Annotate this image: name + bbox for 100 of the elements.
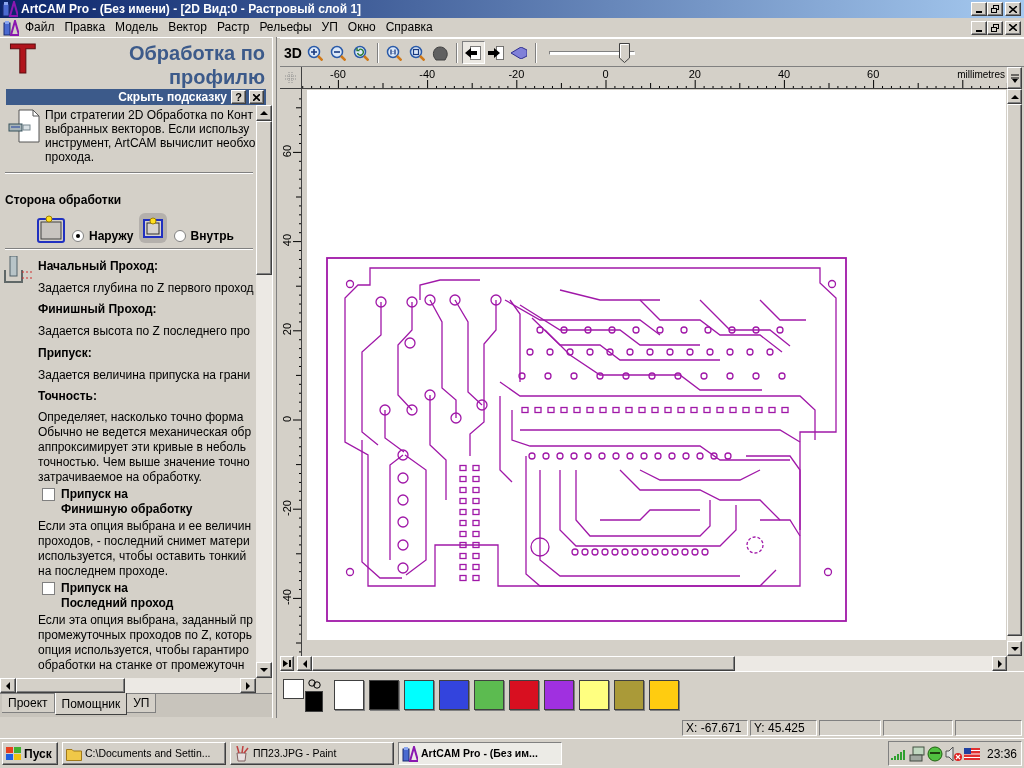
right-arrow-icon xyxy=(996,659,1003,668)
left-pointer-icon xyxy=(511,46,528,59)
ruler-label: -40 xyxy=(281,589,293,605)
menu-item[interactable]: Растр xyxy=(211,20,255,35)
minimize-button[interactable] xyxy=(971,20,987,35)
menu-item[interactable]: УП xyxy=(316,20,343,35)
scroll-right-button[interactable] xyxy=(240,678,256,693)
menu-item[interactable]: Файл xyxy=(20,20,60,35)
color-swatch-icon[interactable] xyxy=(614,680,644,710)
inside-profile-icon xyxy=(138,213,167,243)
intro-paragraph: При стратегии 2D Обработка по Конт выбранных векторов. Если использу инструмент, ArtCAM вычислит необхо прохода. xyxy=(45,108,256,164)
vertical-scrollbar[interactable] xyxy=(256,105,272,678)
down-arrow-icon xyxy=(1010,645,1019,652)
hide-hint-link[interactable]: Скрыть подсказку xyxy=(118,90,227,104)
right-arrow-icon xyxy=(245,681,251,690)
scroll-right-button[interactable] xyxy=(992,656,1007,671)
blob-icon xyxy=(432,44,449,61)
app-icon xyxy=(2,1,18,17)
up-arrow-icon xyxy=(260,110,268,116)
color-swatch-icon[interactable] xyxy=(509,680,539,710)
checkbox[interactable] xyxy=(42,487,55,501)
menu-item[interactable]: Рельефы xyxy=(254,20,317,35)
foreground-color-swatch-icon[interactable] xyxy=(283,678,304,699)
taskbar-button[interactable]: ПП23.JPG - Paint xyxy=(230,742,394,765)
scroll-left-button[interactable] xyxy=(297,656,312,671)
menu-item[interactable]: Вектор xyxy=(163,20,212,35)
side-option[interactable]: Наружу xyxy=(72,229,134,243)
help-paragraph: Если эта опция выбрана и ее величин проходов, - последний снимет матери используется, чтобы оставить тонкий на последнем проходе. xyxy=(38,518,252,579)
status-panel xyxy=(819,720,881,736)
collapse-ruler-button[interactable] xyxy=(1007,67,1022,89)
arrow-out-grid-icon xyxy=(488,44,505,61)
paint-cup-icon xyxy=(234,745,250,762)
section-label: Сторона обработки xyxy=(5,193,122,208)
section-heading: Припуск: xyxy=(38,344,92,362)
magnifier-bars-icon xyxy=(386,44,403,61)
background-color-swatch-icon[interactable] xyxy=(305,690,323,712)
ruler-label: 40 xyxy=(281,234,293,247)
close-button[interactable] xyxy=(1005,20,1021,35)
restore-button[interactable] xyxy=(987,2,1003,16)
slider-thumb[interactable] xyxy=(618,42,630,63)
color-swatch-icon[interactable] xyxy=(474,680,504,710)
close-icon xyxy=(253,93,260,101)
status-field: Y: 45.425 xyxy=(750,720,817,736)
menu-item[interactable]: Окно xyxy=(342,20,381,35)
scrollbar-thumb[interactable] xyxy=(256,121,272,275)
horizontal-scrollbar[interactable] xyxy=(297,656,1007,671)
menu-item[interactable]: Справка xyxy=(380,20,438,35)
taskbar-button[interactable]: ArtCAM Pro - (Без им... xyxy=(398,742,562,765)
scroll-down-button[interactable] xyxy=(256,662,272,678)
scroll-end-button[interactable] xyxy=(280,656,294,671)
scroll-down-button[interactable] xyxy=(1007,641,1022,656)
window-title: ArtCAM Pro - (Без имени) - [2D Вид:0 - Растровый слой 1] xyxy=(21,2,362,16)
document-icon xyxy=(8,109,40,143)
side-option[interactable]: Внутрь xyxy=(173,229,234,243)
ruler-label: 0 xyxy=(281,415,293,422)
help-text: Задается высота по Z последнего про xyxy=(38,323,250,341)
scroll-left-button[interactable] xyxy=(0,678,16,693)
radio-button[interactable] xyxy=(173,230,186,242)
close-hint-button[interactable] xyxy=(249,90,264,104)
scroll-up-button[interactable] xyxy=(256,105,272,121)
color-swatch-icon[interactable] xyxy=(579,680,609,710)
color-swatch-icon[interactable] xyxy=(544,680,574,710)
section-heading: Начальный Проход: xyxy=(38,258,159,275)
radio-button[interactable] xyxy=(72,230,84,242)
panel-tab[interactable]: Помощник xyxy=(54,693,128,715)
left-arrow-icon xyxy=(5,681,11,690)
scrollbar-thumb[interactable] xyxy=(312,656,735,671)
scroll-up-button[interactable] xyxy=(1007,89,1022,104)
restore-button[interactable] xyxy=(987,20,1003,35)
menu-item[interactable]: Правка xyxy=(59,20,111,35)
slider-track[interactable] xyxy=(548,42,635,63)
up-arrow-icon xyxy=(1010,93,1019,100)
circle-minus-icon[interactable] xyxy=(927,745,943,762)
start-button[interactable]: Пуск xyxy=(2,742,58,765)
taskbar-button[interactable]: C:\Documents and Settin... xyxy=(62,742,226,765)
assistant-logo: T xyxy=(10,39,36,79)
network-computer-icon[interactable] xyxy=(909,745,925,762)
option-checkbox[interactable]: Припуск на Последний проход xyxy=(42,580,174,611)
close-button[interactable] xyxy=(1005,2,1021,16)
color-swatch-icon[interactable] xyxy=(404,680,434,710)
color-swatch-icon[interactable] xyxy=(439,680,469,710)
flag-icon[interactable] xyxy=(964,747,980,760)
speaker-muted-icon[interactable] xyxy=(945,745,962,762)
checkbox[interactable] xyxy=(42,581,55,595)
option-checkbox[interactable]: Припуск на Финишную обработку xyxy=(42,486,193,517)
minimize-button[interactable] xyxy=(971,2,987,16)
color-swatch-icon[interactable] xyxy=(369,680,399,710)
collapse-icon xyxy=(1010,73,1019,83)
menu-item[interactable]: Модель xyxy=(110,20,164,35)
toolbar-button[interactable] xyxy=(461,41,485,64)
help-button[interactable]: ? xyxy=(231,90,246,104)
swap-colors-icon[interactable] xyxy=(308,678,321,689)
view-3d-button[interactable]: 3D xyxy=(282,41,304,64)
ruler-label: 20 xyxy=(688,68,701,80)
horizontal-scrollbar[interactable] xyxy=(0,678,256,693)
scrollbar-thumb[interactable] xyxy=(16,678,125,693)
panel-tab[interactable]: УП xyxy=(127,694,157,713)
panel-tab[interactable]: Проект xyxy=(2,694,55,713)
color-swatch-icon[interactable] xyxy=(334,680,364,710)
color-swatch-icon[interactable] xyxy=(649,680,679,710)
